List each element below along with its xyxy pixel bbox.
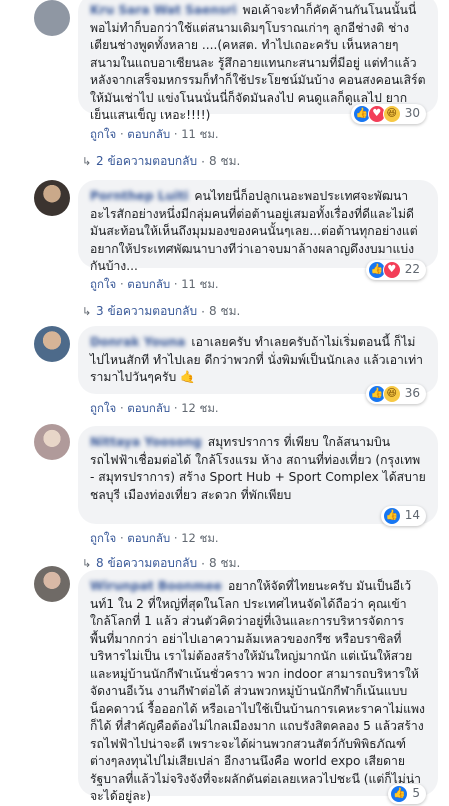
timestamp[interactable]: 11 ชม. — [181, 277, 218, 291]
like-icon: 👍 — [390, 785, 409, 803]
like-icon: 👍 — [382, 507, 401, 525]
timestamp[interactable]: 12 ชม. — [181, 531, 218, 545]
comment-actions: ถูกใจ · ตอบกลับ · 12 ชม. — [90, 530, 219, 548]
comment-actions: ถูกใจ · ตอบกลับ · 11 ชม. — [90, 126, 219, 144]
reaction-count: 14 — [404, 508, 420, 523]
reaction-summary[interactable]: 👍 ♥ 😆 30 — [350, 104, 426, 124]
separator: · — [119, 531, 124, 545]
separator: · — [119, 127, 124, 141]
reaction-count: 5 — [412, 786, 420, 801]
love-icon: ♥ — [382, 261, 401, 279]
reply-link[interactable]: ตอบกลับ — [127, 401, 170, 415]
comment-author[interactable]: Donrak Youna — [90, 335, 185, 349]
avatar[interactable] — [34, 180, 70, 216]
comment-actions: ถูกใจ · ตอบกลับ · 11 ชม. — [90, 276, 219, 294]
comment-text: อยากให้จัดที่ไทยนะครับ มันเป็นอีเว้นท์1 … — [90, 579, 425, 803]
comment-author[interactable]: Wirunpat Boonmee — [90, 579, 222, 593]
reaction-count: 36 — [404, 386, 420, 401]
reply-link[interactable]: ตอบกลับ — [127, 127, 170, 141]
separator: · — [119, 277, 124, 291]
separator: · — [201, 154, 205, 169]
separator: · — [173, 401, 178, 415]
reaction-summary[interactable]: 👍 14 — [380, 506, 426, 526]
replies-time: 8 ชม. — [208, 154, 241, 168]
reaction-count: 30 — [404, 106, 420, 121]
reply-arrow-icon: ↳ — [82, 305, 92, 318]
separator: · — [173, 531, 178, 545]
view-replies-link[interactable]: ↳ 2 ข้อความตอบกลับ · 8 ชม. — [82, 152, 240, 171]
separator: · — [201, 556, 205, 571]
reaction-summary[interactable]: 👍 😆 36 — [365, 384, 426, 404]
timestamp[interactable]: 11 ชม. — [181, 127, 218, 141]
comment-bubble: Pornthep Luiti คนไทยนี่ก็อปลูกเนอะพอประเท… — [78, 180, 438, 280]
like-link[interactable]: ถูกใจ — [90, 531, 116, 545]
comment-author[interactable]: Kru Sara Wat Saensri — [90, 3, 237, 17]
replies-count[interactable]: 2 ข้อความตอบกลับ — [96, 152, 197, 171]
separator: · — [173, 277, 178, 291]
timestamp[interactable]: 12 ชม. — [181, 401, 218, 415]
separator: · — [173, 127, 178, 141]
comment-bubble: Wirunpat Boonmee อยากให้จัดที่ไทยนะครับ ม… — [78, 570, 438, 804]
reply-link[interactable]: ตอบกลับ — [127, 277, 170, 291]
like-link[interactable]: ถูกใจ — [90, 127, 116, 141]
replies-time: 8 ชม. — [208, 304, 241, 318]
avatar[interactable] — [34, 0, 70, 36]
comment-thread: Kru Sara Wat Saensri พอเค้าจะทำก็คัดค้านก… — [0, 0, 449, 804]
separator: · — [119, 401, 124, 415]
avatar[interactable] — [34, 326, 70, 362]
haha-icon: 😆 — [382, 385, 401, 403]
haha-icon: 😆 — [382, 105, 401, 123]
comment-actions: ถูกใจ · ตอบกลับ · 12 ชม. — [90, 400, 219, 418]
comment-bubble: Kru Sara Wat Saensri พอเค้าจะทำก็คัดค้านก… — [78, 0, 438, 124]
comment-bubble: Donrak Youna เอาเลยครับ ทำเลยครับถ้าไม่เร… — [78, 326, 438, 404]
comment-bubble: Nittaya Yoosong สมุทรปราการ ที่เพียบ ใกล้… — [78, 426, 438, 526]
reaction-count: 22 — [404, 262, 420, 277]
reply-link[interactable]: ตอบกลับ — [127, 531, 170, 545]
like-link[interactable]: ถูกใจ — [90, 277, 116, 291]
comment-author[interactable]: Nittaya Yoosong — [90, 435, 202, 449]
reaction-summary[interactable]: 👍 ♥ 22 — [365, 260, 426, 280]
view-replies-link[interactable]: ↳ 3 ข้อความตอบกลับ · 8 ชม. — [82, 302, 240, 321]
like-link[interactable]: ถูกใจ — [90, 401, 116, 415]
reply-arrow-icon: ↳ — [82, 557, 92, 570]
avatar[interactable] — [34, 424, 70, 460]
reaction-summary[interactable]: 👍 5 — [388, 784, 426, 804]
replies-count[interactable]: 3 ข้อความตอบกลับ — [96, 302, 197, 321]
avatar[interactable] — [34, 566, 70, 602]
comment-author[interactable]: Pornthep Luiti — [90, 189, 188, 203]
reply-arrow-icon: ↳ — [82, 155, 92, 168]
separator: · — [201, 304, 205, 319]
